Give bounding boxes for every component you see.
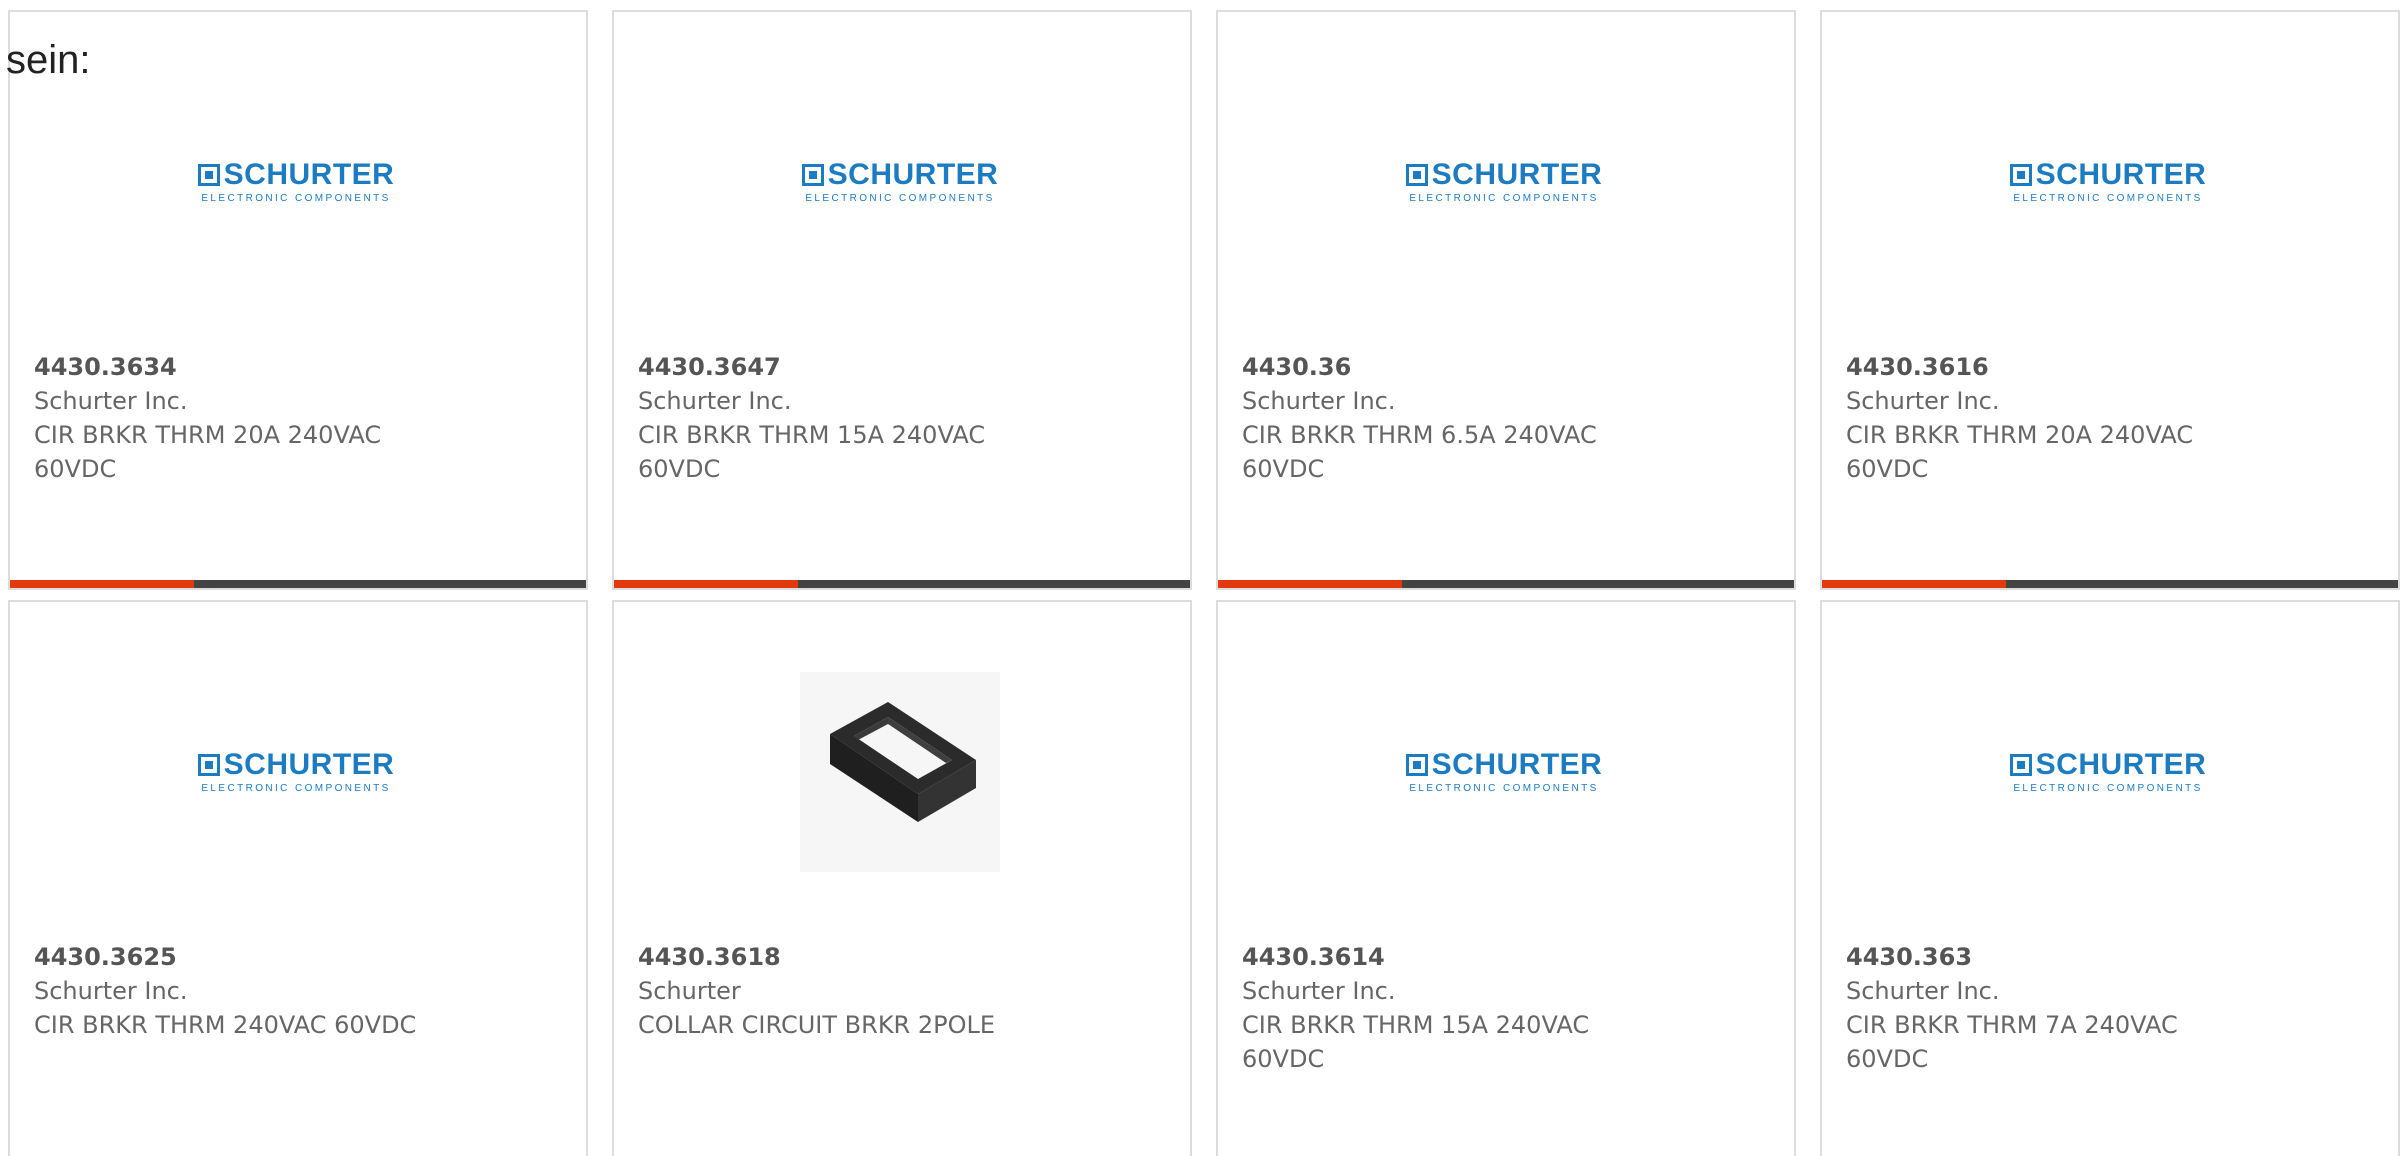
manufacturer-name: Schurter Inc. — [1242, 977, 1396, 1005]
product-image: SCHURTER ELECTRONIC COMPONENTS — [196, 672, 396, 872]
section-lead-text: sein: — [6, 38, 91, 82]
card-progress-bar — [1218, 580, 1794, 588]
schurter-logo: SCHURTER ELECTRONIC COMPONENTS — [1404, 160, 1604, 204]
manufacturer-name: Schurter Inc. — [1846, 977, 2000, 1005]
manufacturer-name: Schurter Inc. — [34, 387, 188, 415]
schurter-logo: SCHURTER ELECTRONIC COMPONENTS — [196, 160, 396, 204]
part-number[interactable]: 4430.3614 — [1242, 940, 1662, 974]
card-progress-bar — [614, 580, 1190, 588]
schurter-logo: SCHURTER ELECTRONIC COMPONENTS — [2008, 160, 2208, 204]
product-card-2[interactable]: SCHURTER ELECTRONIC COMPONENTS 4430.3647 … — [612, 10, 1192, 590]
product-info: 4430.3647 Schurter Inc. CIR BRKR THRM 15… — [638, 350, 1058, 486]
manufacturer-name: Schurter — [638, 977, 741, 1005]
schurter-logo-mark-icon — [2009, 164, 2032, 186]
product-card-4[interactable]: SCHURTER ELECTRONIC COMPONENTS 4430.3616 … — [1820, 10, 2400, 590]
product-description: CIR BRKR THRM 6.5A 240VAC 60VDC — [1242, 421, 1597, 483]
product-info: 4430.3618 Schurter COLLAR CIRCUIT BRKR 2… — [638, 940, 1058, 1042]
product-image — [800, 672, 1000, 872]
product-image: SCHURTER ELECTRONIC COMPONENTS — [1404, 672, 1604, 872]
product-info: 4430.36 Schurter Inc. CIR BRKR THRM 6.5A… — [1242, 350, 1662, 486]
product-description: CIR BRKR THRM 20A 240VAC 60VDC — [1846, 421, 2194, 483]
product-grid: SCHURTER ELECTRONIC COMPONENTS 4430.3634 … — [8, 10, 2400, 1156]
product-card-3[interactable]: SCHURTER ELECTRONIC COMPONENTS 4430.36 Sc… — [1216, 10, 1796, 590]
part-number[interactable]: 4430.3647 — [638, 350, 1058, 384]
product-info: 4430.363 Schurter Inc. CIR BRKR THRM 7A … — [1846, 940, 2266, 1076]
product-info: 4430.3634 Schurter Inc. CIR BRKR THRM 20… — [34, 350, 454, 486]
schurter-logo-mark-icon — [801, 164, 824, 186]
part-number[interactable]: 4430.3634 — [34, 350, 454, 384]
product-image: SCHURTER ELECTRONIC COMPONENTS — [800, 82, 1000, 282]
schurter-logo-mark-icon — [1405, 164, 1428, 186]
part-number[interactable]: 4430.3618 — [638, 940, 1058, 974]
product-image: SCHURTER ELECTRONIC COMPONENTS — [196, 82, 396, 282]
product-image: SCHURTER ELECTRONIC COMPONENTS — [1404, 82, 1604, 282]
product-info: 4430.3625 Schurter Inc. CIR BRKR THRM 24… — [34, 940, 454, 1042]
schurter-logo-mark-icon — [197, 754, 220, 776]
schurter-logo: SCHURTER ELECTRONIC COMPONENTS — [196, 750, 396, 794]
product-card-7[interactable]: SCHURTER ELECTRONIC COMPONENTS 4430.3614 … — [1216, 600, 1796, 1156]
product-info: 4430.3616 Schurter Inc. CIR BRKR THRM 20… — [1846, 350, 2266, 486]
schurter-logo-mark-icon — [2009, 754, 2032, 776]
card-progress-bar — [10, 580, 586, 588]
manufacturer-name: Schurter Inc. — [1846, 387, 2000, 415]
schurter-logo-mark-icon — [1405, 754, 1428, 776]
manufacturer-name: Schurter Inc. — [34, 977, 188, 1005]
card-progress-fill — [614, 580, 799, 588]
product-description: CIR BRKR THRM 15A 240VAC 60VDC — [638, 421, 986, 483]
product-description: CIR BRKR THRM 7A 240VAC 60VDC — [1846, 1011, 2178, 1073]
part-number[interactable]: 4430.363 — [1846, 940, 2266, 974]
product-image: SCHURTER ELECTRONIC COMPONENTS — [2008, 82, 2208, 282]
product-description: CIR BRKR THRM 15A 240VAC 60VDC — [1242, 1011, 1590, 1073]
schurter-logo-mark-icon — [197, 164, 220, 186]
product-info: 4430.3614 Schurter Inc. CIR BRKR THRM 15… — [1242, 940, 1662, 1076]
card-progress-fill — [10, 580, 195, 588]
manufacturer-name: Schurter Inc. — [638, 387, 792, 415]
part-number[interactable]: 4430.3625 — [34, 940, 454, 974]
schurter-logo: SCHURTER ELECTRONIC COMPONENTS — [800, 160, 1000, 204]
product-card-1[interactable]: SCHURTER ELECTRONIC COMPONENTS 4430.3634 … — [8, 10, 588, 590]
schurter-logo: SCHURTER ELECTRONIC COMPONENTS — [1404, 750, 1604, 794]
product-card-8[interactable]: SCHURTER ELECTRONIC COMPONENTS 4430.363 S… — [1820, 600, 2400, 1156]
product-card-5[interactable]: SCHURTER ELECTRONIC COMPONENTS 4430.3625 … — [8, 600, 588, 1156]
part-number[interactable]: 4430.3616 — [1846, 350, 2266, 384]
card-progress-fill — [1822, 580, 2007, 588]
product-description: CIR BRKR THRM 20A 240VAC 60VDC — [34, 421, 382, 483]
card-progress-fill — [1218, 580, 1403, 588]
schurter-logo: SCHURTER ELECTRONIC COMPONENTS — [2008, 750, 2208, 794]
product-description: COLLAR CIRCUIT BRKR 2POLE — [638, 1011, 996, 1039]
product-listing-page: sein: SCHURTER ELECTRONIC COMPONENTS 4430… — [0, 0, 2400, 1156]
collar-photo — [800, 672, 1000, 872]
product-image: SCHURTER ELECTRONIC COMPONENTS — [2008, 672, 2208, 872]
card-progress-bar — [1822, 580, 2398, 588]
manufacturer-name: Schurter Inc. — [1242, 387, 1396, 415]
product-card-6[interactable]: 4430.3618 Schurter COLLAR CIRCUIT BRKR 2… — [612, 600, 1192, 1156]
product-description: CIR BRKR THRM 240VAC 60VDC — [34, 1011, 417, 1039]
part-number[interactable]: 4430.36 — [1242, 350, 1662, 384]
